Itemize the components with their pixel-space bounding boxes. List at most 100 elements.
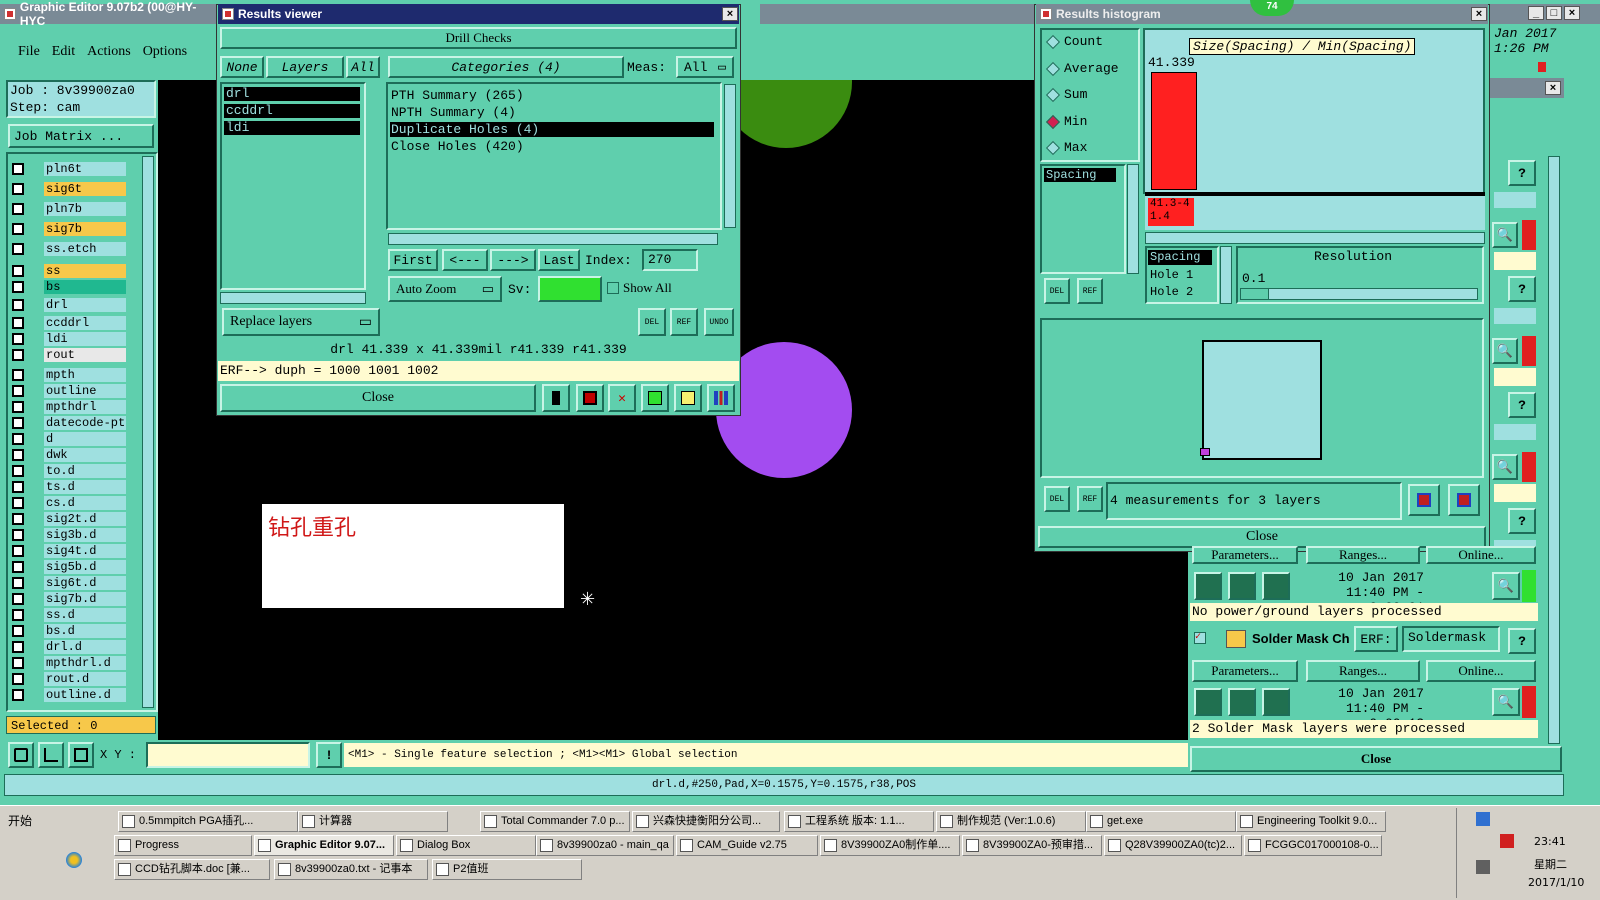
sv-color-select[interactable] <box>538 276 602 302</box>
hist-ref-icon[interactable]: REF <box>1077 278 1103 304</box>
layer-row[interactable]: rout <box>10 348 126 362</box>
layer-checkbox[interactable] <box>12 625 24 637</box>
layer-row[interactable]: sig3b.d <box>10 528 126 542</box>
layer-scrollbar[interactable] <box>142 156 154 708</box>
layer-row[interactable]: mpthdrl <box>10 400 126 414</box>
run-icon-4[interactable] <box>1194 688 1222 716</box>
viewer-layer-item[interactable]: drl <box>224 87 360 101</box>
layer-row[interactable]: sig6t <box>10 182 126 196</box>
layer-checkbox[interactable] <box>12 333 24 345</box>
job-matrix-button[interactable]: Job Matrix ... <box>8 124 154 148</box>
layer-row[interactable]: drl <box>10 298 126 312</box>
layer-checkbox[interactable] <box>12 317 24 329</box>
hole-1[interactable]: Hole 1 <box>1150 268 1193 282</box>
side-item[interactable] <box>1494 192 1536 208</box>
taskbar-button[interactable]: 工程系统 版本: 1.1... <box>784 811 934 832</box>
layer-checkbox[interactable] <box>12 299 24 311</box>
layer-row[interactable]: sig2t.d <box>10 512 126 526</box>
last-button[interactable]: Last <box>538 249 580 271</box>
tray-flag-icon[interactable] <box>1500 834 1514 848</box>
resolution-slider[interactable] <box>1240 288 1478 300</box>
layer-row[interactable]: sig7b <box>10 222 126 236</box>
menu-actions[interactable]: Actions <box>87 44 131 60</box>
layer-checkbox[interactable] <box>12 281 24 293</box>
layer-list-hscroll[interactable] <box>220 292 366 304</box>
taskbar-button[interactable]: 制作规范 (Ver:1.0.6) <box>936 811 1086 832</box>
zoom-tool-icon[interactable] <box>8 742 34 768</box>
layer-checkbox[interactable] <box>12 465 24 477</box>
taskbar-button[interactable]: get.exe <box>1086 811 1236 832</box>
layer-checkbox[interactable] <box>12 609 24 621</box>
layer-checkbox[interactable] <box>12 689 24 701</box>
snap-tool-icon[interactable] <box>68 742 94 768</box>
layer-checkbox[interactable] <box>12 545 24 557</box>
hole-2[interactable]: Hole 2 <box>1150 285 1193 299</box>
taskbar-button[interactable]: Total Commander 7.0 p... <box>480 811 630 832</box>
zoom-result-icon-2[interactable]: 🔍 <box>1492 688 1520 716</box>
menu-file[interactable]: File <box>18 44 40 60</box>
layer-checkbox[interactable] <box>12 417 24 429</box>
layer-checkbox[interactable] <box>12 641 24 653</box>
xy-input[interactable] <box>146 742 310 768</box>
parameters-button-1[interactable]: Parameters... <box>1192 546 1298 564</box>
zoom-result-icon-1[interactable]: 🔍 <box>1492 572 1520 600</box>
holes-vscroll[interactable] <box>1220 246 1232 304</box>
layer-row[interactable]: ss.d <box>10 608 126 622</box>
layer-checkbox[interactable] <box>12 369 24 381</box>
meas-select[interactable]: All ▭ <box>676 56 734 78</box>
help-icon[interactable]: ? <box>1508 160 1536 186</box>
zoom-icon[interactable]: 🔍 <box>1492 338 1518 364</box>
none-button[interactable]: None <box>220 56 264 78</box>
first-button[interactable]: First <box>388 249 438 271</box>
taskbar-button[interactable]: 8V39900ZA0制作单.... <box>820 835 960 856</box>
categories-button[interactable]: Categories (4) <box>388 56 624 78</box>
category-item[interactable]: NPTH Summary (4) <box>390 105 714 120</box>
del-icon[interactable]: DEL <box>638 308 666 336</box>
layer-row[interactable]: bs.d <box>10 624 126 638</box>
layer-row[interactable]: to.d <box>10 464 126 478</box>
layer-row[interactable]: sig7b.d <box>10 592 126 606</box>
layer-row[interactable]: mpthdrl.d <box>10 656 126 670</box>
online-button-1[interactable]: Online... <box>1426 546 1536 564</box>
layer-row[interactable]: ccddrl <box>10 316 126 330</box>
figure-icon[interactable] <box>542 384 570 412</box>
taskbar-button[interactable]: 兴森快捷衡阳分公司... <box>632 811 780 832</box>
erf-button[interactable]: ERF: <box>1354 626 1398 652</box>
menu-edit[interactable]: Edit <box>52 44 75 60</box>
measure-tool-icon[interactable] <box>38 742 64 768</box>
layers-button[interactable]: Layers <box>266 56 344 78</box>
category-hscroll[interactable] <box>388 233 718 245</box>
parameters-button-2[interactable]: Parameters... <box>1192 660 1298 682</box>
layer-checkbox[interactable] <box>12 349 24 361</box>
maximize-icon[interactable]: □ <box>1546 6 1562 20</box>
layer-checkbox[interactable] <box>12 265 24 277</box>
category-vscroll[interactable] <box>724 84 736 228</box>
bin-hscroll[interactable] <box>1145 232 1485 244</box>
zoom-icon[interactable]: 🔍 <box>1492 222 1518 248</box>
taskbar-button[interactable]: 8v39900za0 - main_qa <box>536 835 674 856</box>
taskbar-button[interactable]: 计算器 <box>298 811 448 832</box>
run-icon-5[interactable] <box>1228 688 1256 716</box>
replace-layers-select[interactable]: Replace layers ▭ <box>222 308 380 336</box>
cross-out-icon[interactable]: ✕ <box>608 384 636 412</box>
solder-mask-checkbox[interactable]: ✓ <box>1194 632 1206 644</box>
next-button[interactable]: ---> <box>490 249 536 271</box>
number-icon[interactable] <box>641 384 669 412</box>
histogram-close-icon[interactable]: × <box>1471 7 1487 21</box>
run-icon-6[interactable] <box>1262 688 1290 716</box>
zoom-icon[interactable]: 🔍 <box>1492 454 1518 480</box>
layer-checkbox[interactable] <box>12 183 24 195</box>
layer-row[interactable]: dwk <box>10 448 126 462</box>
prev-button[interactable]: <--- <box>442 249 488 271</box>
erf-value[interactable]: Soldermask <box>1402 626 1500 652</box>
ranges-button-1[interactable]: Ranges... <box>1306 546 1420 564</box>
layer-row[interactable]: ss <box>10 264 126 278</box>
layer-checkbox[interactable] <box>12 203 24 215</box>
layer-checkbox[interactable] <box>12 163 24 175</box>
layer-checkbox[interactable] <box>12 449 24 461</box>
red-square-icon[interactable] <box>576 384 604 412</box>
layer-checkbox[interactable] <box>12 593 24 605</box>
layer-row[interactable]: d <box>10 432 126 446</box>
taskbar-button[interactable]: Graphic Editor 9.07... <box>254 835 394 856</box>
layer-checkbox[interactable] <box>12 513 24 525</box>
